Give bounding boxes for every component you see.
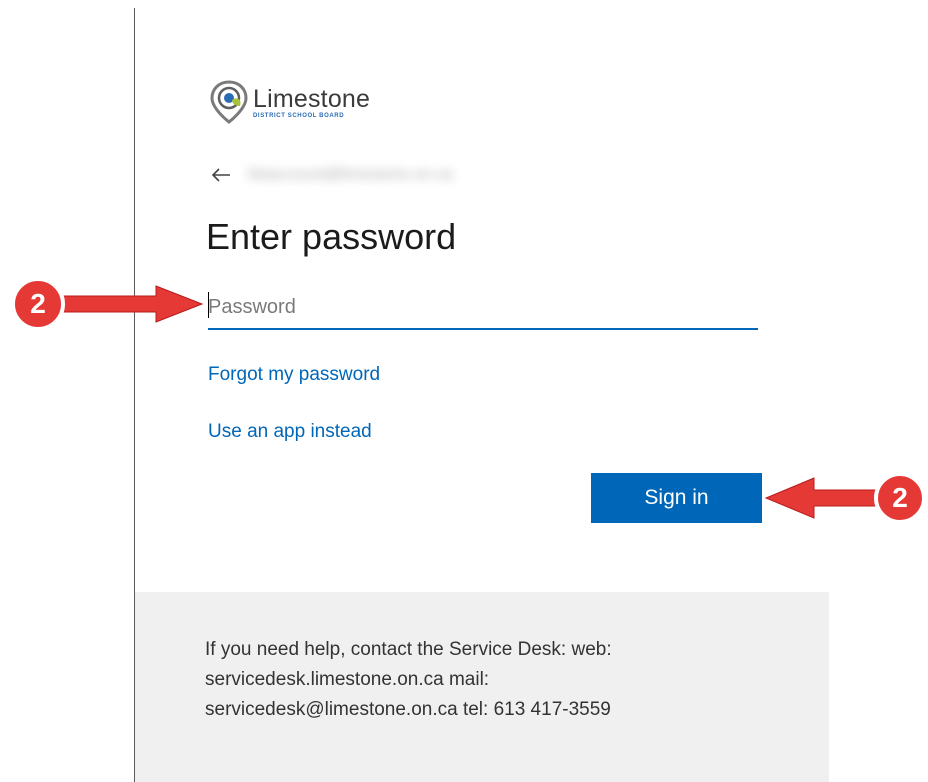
sign-in-button[interactable]: Sign in	[591, 473, 762, 523]
annotation-right-number: 2	[892, 482, 908, 513]
annotation-left: 2	[6, 266, 210, 342]
use-app-link[interactable]: Use an app instead	[208, 421, 372, 443]
help-text: If you need help, contact the Service De…	[205, 639, 612, 720]
forgot-password-link[interactable]: Forgot my password	[208, 364, 380, 386]
help-footer: If you need help, contact the Service De…	[135, 592, 829, 782]
limestone-logo-icon	[210, 80, 248, 124]
annotation-right: 2	[764, 456, 928, 540]
annotation-arrow-right-icon: 2	[11, 277, 204, 331]
annotation-arrow-left-icon: 2	[764, 472, 926, 524]
limestone-logo: Limestone DISTRICT SCHOOL BOARD	[210, 80, 370, 124]
page-title: Enter password	[206, 216, 457, 257]
password-input[interactable]	[208, 286, 758, 330]
identity-row: ldsaccount@limestone.on.ca	[210, 162, 453, 188]
annotation-left-number: 2	[30, 288, 46, 319]
logo-subtitle: DISTRICT SCHOOL BOARD	[253, 112, 345, 119]
back-arrow-icon[interactable]	[210, 167, 232, 183]
account-identity: ldsaccount@limestone.on.ca	[248, 166, 453, 183]
logo-name: Limestone	[253, 84, 371, 113]
